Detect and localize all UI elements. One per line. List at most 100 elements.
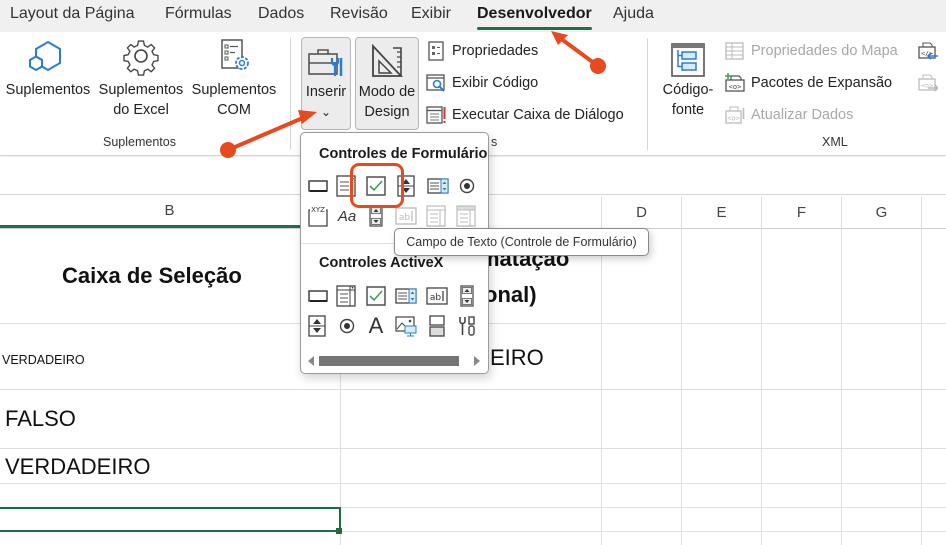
activex-more-controls-icon xyxy=(459,316,475,336)
form-list-box-control[interactable] xyxy=(426,174,450,198)
activex-command-button-icon xyxy=(308,290,328,302)
suplementos-com-label-2: COM xyxy=(217,102,251,118)
group-separator xyxy=(290,38,291,150)
group-label-xml: XML xyxy=(822,135,848,149)
suplementos-do-excel-label-2: do Excel xyxy=(113,102,169,118)
activex-more-controls-control[interactable] xyxy=(455,314,479,338)
activex-option-button-icon xyxy=(339,318,355,334)
activex-combo-box-icon xyxy=(336,285,356,307)
suplementos-button[interactable]: Suplementos xyxy=(4,36,92,100)
tab-desenvolvedor[interactable]: Desenvolvedor xyxy=(477,5,592,30)
cell-b-row2[interactable]: FALSO xyxy=(5,406,76,432)
pacotes-de-expansao-button[interactable]: <o> Pacotes de Expansão xyxy=(725,70,892,96)
scroll-right-arrow-icon xyxy=(474,356,480,366)
activex-text-box-control[interactable]: ab xyxy=(425,284,449,308)
cell-b-row3[interactable]: VERDADEIRO xyxy=(5,454,150,480)
column-header-h[interactable] xyxy=(922,196,946,228)
selected-cell[interactable] xyxy=(0,507,341,532)
grid-line xyxy=(0,448,946,449)
tab-ajuda[interactable]: Ajuda xyxy=(613,5,654,23)
column-header-d[interactable]: D xyxy=(602,196,682,228)
activex-controls-title: Controles ActiveX xyxy=(319,255,444,271)
activex-list-box-icon xyxy=(395,288,417,304)
xml-export-icon: <o> xyxy=(918,74,938,92)
form-list-box-icon xyxy=(427,178,449,194)
activex-image-icon xyxy=(395,316,417,337)
form-option-button-control[interactable] xyxy=(455,174,479,198)
view-code-icon xyxy=(426,74,445,92)
activex-command-button-control[interactable] xyxy=(306,284,330,308)
scroll-left-arrow-icon xyxy=(308,356,314,366)
cell-b-header[interactable]: Caixa de Seleção xyxy=(62,263,242,289)
suplementos-do-excel-button[interactable]: Suplementos do Excel xyxy=(96,36,186,120)
cell-c-row1[interactable]: EIRO xyxy=(490,345,544,371)
chevron-down-icon: ⌄ xyxy=(320,105,332,119)
propriedades-do-mapa-button[interactable]: Propriedades do Mapa xyxy=(725,38,898,64)
activex-scroll-bar-control[interactable] xyxy=(455,284,479,308)
form-scroll-bar-icon xyxy=(369,205,383,227)
grid-line xyxy=(841,228,842,545)
fill-handle[interactable] xyxy=(336,528,342,534)
xml-source-icon xyxy=(671,43,705,77)
exibir-codigo-button[interactable]: Exibir Código xyxy=(426,70,538,96)
activex-combo-box-control[interactable] xyxy=(334,284,358,308)
activex-toggle-button-icon xyxy=(429,315,445,337)
activex-scroll-bar-icon xyxy=(460,285,474,307)
form-option-button-icon xyxy=(459,178,475,194)
executar-caixa-de-dialogo-button[interactable]: Executar Caixa de Diálogo xyxy=(426,102,624,128)
dropdown-horizontal-scrollbar[interactable] xyxy=(305,353,485,369)
refresh-data-icon: <o> xyxy=(725,106,745,124)
svg-text:<o>: <o> xyxy=(727,115,740,123)
inserir-button[interactable]: Inserir ⌄ xyxy=(301,37,351,130)
tab-layout-da-pagina[interactable]: Layout da Página xyxy=(10,5,135,23)
activex-label-icon: A xyxy=(368,313,384,338)
form-button-control[interactable] xyxy=(306,174,330,198)
activex-spin-button-icon xyxy=(308,315,326,337)
codigo-fonte-button[interactable]: Código- fonte xyxy=(656,42,720,120)
column-header-e[interactable]: E xyxy=(682,196,762,228)
cell-b-row1[interactable]: VERDADEIRO xyxy=(2,353,85,367)
scroll-thumb xyxy=(319,356,459,366)
pacotes-de-expansao-label: Pacotes de Expansão xyxy=(751,75,893,91)
group-label-suplementos: Suplementos xyxy=(103,135,176,149)
activex-checkbox-control[interactable] xyxy=(364,284,388,308)
suplementos-com-button[interactable]: Suplementos COM xyxy=(189,36,279,120)
column-header-b[interactable]: B xyxy=(0,196,340,228)
tab-revisao[interactable]: Revisão xyxy=(330,5,388,23)
atualizar-dados-button[interactable]: <o> Atualizar Dados xyxy=(725,102,853,128)
modo-de-design-button[interactable]: Modo de Design xyxy=(355,37,419,130)
form-label-icon: Aa xyxy=(337,207,357,225)
exibir-codigo-label: Exibir Código xyxy=(452,75,539,91)
xml-import-button[interactable]: </> xyxy=(918,38,944,64)
tab-exibir[interactable]: Exibir xyxy=(411,5,451,23)
activex-option-button-control[interactable] xyxy=(335,314,359,338)
form-group-box-control[interactable]: XYZ xyxy=(306,204,330,228)
ribbon-tab-bar: Layout da Página Fórmulas Dados Revisão … xyxy=(0,0,946,32)
propriedades-do-mapa-label: Propriedades do Mapa xyxy=(751,43,898,59)
activex-label-control[interactable]: A xyxy=(364,313,388,338)
form-text-field-icon: ab xyxy=(395,207,417,225)
group-label-controles-partial: s xyxy=(491,135,498,149)
tab-dados[interactable]: Dados xyxy=(258,5,304,23)
activex-text-box-icon: ab xyxy=(426,287,448,305)
group-separator xyxy=(647,38,648,150)
suplementos-do-excel-label-1: Suplementos xyxy=(98,82,184,98)
propriedades-button[interactable]: Propriedades xyxy=(426,38,538,64)
inserir-label: Inserir xyxy=(305,84,347,100)
form-combo-list-edit-control[interactable] xyxy=(424,204,448,228)
form-combo-drop-edit-control[interactable] xyxy=(454,204,478,228)
activex-spin-button-control[interactable] xyxy=(305,314,329,338)
suplementos-label: Suplementos xyxy=(5,82,91,98)
cell-c-header-line2[interactable]: onal) xyxy=(484,282,537,308)
xml-export-button[interactable]: <o> xyxy=(918,70,944,96)
hexagons-icon xyxy=(29,40,61,72)
column-header-f[interactable]: F xyxy=(762,196,842,228)
column-header-g[interactable]: G xyxy=(842,196,922,228)
activex-toggle-button-control[interactable] xyxy=(425,314,449,338)
activex-image-control[interactable] xyxy=(394,314,418,338)
control-tooltip: Campo de Texto (Controle de Formulário) xyxy=(394,228,649,256)
activex-list-box-control[interactable] xyxy=(394,284,418,308)
triangle-ruler-icon xyxy=(372,44,404,77)
propriedades-label: Propriedades xyxy=(452,43,539,59)
tab-formulas[interactable]: Fórmulas xyxy=(165,5,232,23)
